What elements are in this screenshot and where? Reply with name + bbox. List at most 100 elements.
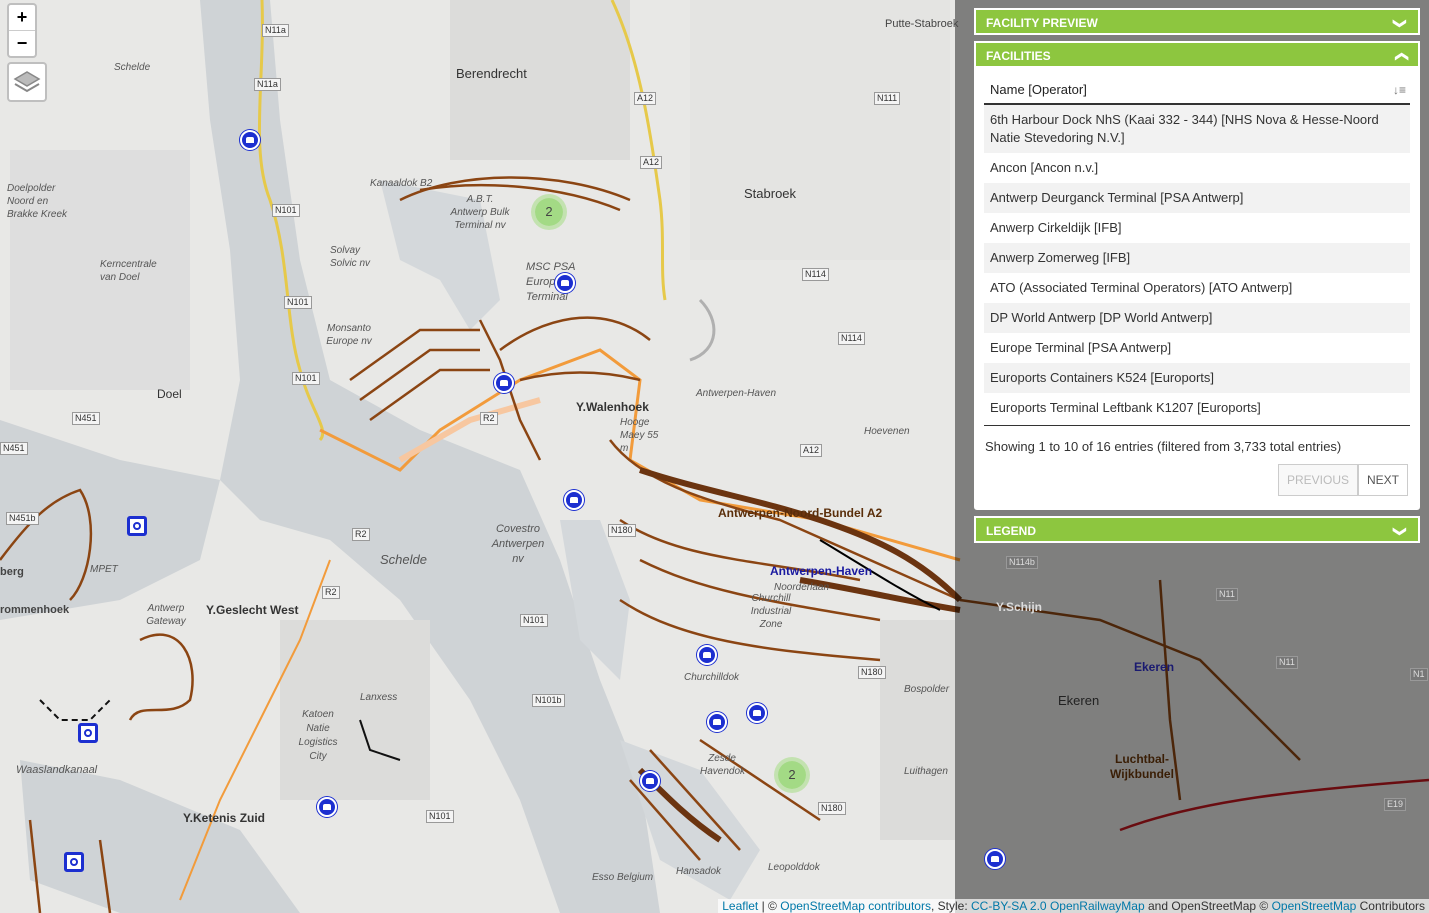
map-label: Luchtbal-Wijkbundel <box>1110 752 1174 781</box>
map-label: Antwerp Gateway <box>146 603 186 627</box>
facility-preview-header[interactable]: FACILITY PREVIEW ❯ <box>974 8 1420 35</box>
map-label: Hansadok <box>676 866 722 877</box>
facilities-header[interactable]: FACILITIES ❯ <box>974 41 1420 68</box>
road-shield: R2 <box>480 412 498 425</box>
map-label: Kanaaldok B2 <box>370 178 433 189</box>
map-label: Esso Belgium <box>592 872 654 883</box>
map-label: Covestro Antwerpen nv <box>491 523 545 565</box>
zoom-out-button[interactable]: − <box>9 30 35 56</box>
road-shield: N11a <box>262 24 289 37</box>
next-button[interactable]: NEXT <box>1357 464 1408 496</box>
facility-cluster[interactable]: 2 <box>778 761 806 789</box>
map-label: Ekeren <box>1058 693 1100 708</box>
table-row[interactable]: Anwerp Cirkeldijk [IFB] <box>984 213 1410 243</box>
table-row[interactable]: Antwerp Deurganck Terminal [PSA Antwerp] <box>984 183 1410 213</box>
road-shield: A12 <box>640 156 663 169</box>
road-shield: N101 <box>272 204 300 217</box>
map-label: Antwerpen-Noord-Bundel A2 <box>718 506 883 520</box>
cc-by-sa-link[interactable]: CC-BY-SA 2.0 <box>971 899 1047 913</box>
map-label: Schelde <box>114 62 151 73</box>
previous-button[interactable]: PREVIOUS <box>1277 464 1358 496</box>
facility-marker-o-icon[interactable] <box>127 516 147 536</box>
facility-preview-title: FACILITY PREVIEW <box>986 16 1098 30</box>
road-shield: N101 <box>284 296 312 309</box>
table-row[interactable]: Anwerp Zomerweg [IFB] <box>984 243 1410 273</box>
facility-marker-icon[interactable] <box>640 771 660 791</box>
attribution-sep: | © <box>758 899 781 913</box>
facility-marker-icon[interactable] <box>747 703 767 723</box>
map-label: Luithagen <box>904 766 948 777</box>
facilities-body: Name [Operator] ↓≡ 6th Harbour Dock NhS … <box>974 68 1420 510</box>
chevron-down-icon: ❯ <box>1393 526 1409 537</box>
facility-cluster[interactable]: 2 <box>535 198 563 226</box>
zoom-control: + − <box>7 3 37 58</box>
map-label: Solvay Solvic nv <box>330 245 371 269</box>
side-panel: FACILITY PREVIEW ❯ FACILITIES ❯ Name [Op… <box>974 8 1420 543</box>
table-header[interactable]: Name [Operator] ↓≡ <box>984 82 1410 105</box>
facility-marker-o-icon[interactable] <box>64 852 84 872</box>
table-row[interactable]: ATO (Associated Terminal Operators) [ATO… <box>984 273 1410 303</box>
map-attribution: Leaflet | © OpenStreetMap contributors, … <box>718 899 1429 913</box>
map-label: Leopolddok <box>768 862 820 873</box>
map-label: Hoevenen <box>864 426 910 437</box>
facility-marker-icon[interactable] <box>240 130 260 150</box>
facility-marker-icon[interactable] <box>317 797 337 817</box>
layers-button[interactable] <box>7 62 47 102</box>
legend-header[interactable]: LEGEND ❯ <box>974 516 1420 543</box>
map-label: Noorderlaan <box>774 582 830 593</box>
facility-marker-icon[interactable] <box>697 645 717 665</box>
road-shield: N11 <box>1276 656 1298 669</box>
map-label: Antwerpen-Haven <box>770 564 873 578</box>
map-label: A.B.T. Antwerp Bulk Terminal nv <box>450 194 510 231</box>
facility-marker-icon[interactable] <box>985 849 1005 869</box>
map-label: Hooge Maey 55 m <box>620 417 659 454</box>
table-row[interactable]: 6th Harbour Dock NhS (Kaai 332 - 344) [N… <box>984 105 1410 153</box>
table-row[interactable]: Euroports Terminal Leftbank K1207 [Europ… <box>984 393 1410 423</box>
column-header-name[interactable]: Name [Operator] <box>990 82 1087 97</box>
map-label: Bospolder <box>904 684 950 695</box>
facility-marker-icon[interactable] <box>555 273 575 293</box>
map-label: Putte-Stabroek <box>885 18 959 30</box>
facilities-title: FACILITIES <box>986 49 1051 63</box>
road-shield: N180 <box>608 524 636 537</box>
map-label: Katoen Natie Logistics City <box>298 709 338 762</box>
table-footer-line <box>984 425 1410 426</box>
osm-link[interactable]: OpenStreetMap <box>1272 899 1357 913</box>
map-label: Y.Walenhoek <box>576 400 649 414</box>
road-shield: R2 <box>352 528 370 541</box>
road-shield: N451 <box>72 412 100 425</box>
road-shield: N101 <box>520 614 548 627</box>
table-row[interactable]: Ancon [Ancon n.v.] <box>984 153 1410 183</box>
leaflet-link[interactable]: Leaflet <box>722 899 758 913</box>
chevron-down-icon: ❯ <box>1393 18 1409 29</box>
map-label: rommenhoek <box>0 604 70 616</box>
road-shield: N101 <box>292 372 320 385</box>
facility-marker-icon[interactable] <box>707 712 727 732</box>
facility-marker-o-icon[interactable] <box>78 723 98 743</box>
map-label: berg <box>0 566 24 578</box>
road-shield: N451 <box>0 442 28 455</box>
map-label: Churchilldok <box>684 672 740 683</box>
road-shield: N114b <box>1006 556 1038 569</box>
osm-contributors-link[interactable]: OpenStreetMap contributors <box>780 899 931 913</box>
pagination: PREVIOUS NEXT <box>984 464 1408 496</box>
sort-icon[interactable]: ↓≡ <box>1393 83 1406 97</box>
table-row[interactable]: Euroports Containers K524 [Euroports] <box>984 363 1410 393</box>
road-shield: N1 <box>1410 668 1428 681</box>
map-label: Ekeren <box>1134 660 1175 674</box>
attribution-copy: © <box>1256 899 1272 913</box>
map-label: Berendrecht <box>456 66 527 81</box>
map-label: Zesde Havendok <box>700 753 746 777</box>
facility-marker-icon[interactable] <box>494 373 514 393</box>
road-shield: N11 <box>1216 588 1238 601</box>
map-label: Monsanto Europe nv <box>326 323 372 347</box>
road-shield: N114 <box>838 332 865 345</box>
zoom-in-button[interactable]: + <box>9 5 35 30</box>
map-label: Doel <box>157 387 182 401</box>
map-label: Lanxess <box>360 692 398 703</box>
facility-marker-icon[interactable] <box>564 490 584 510</box>
road-shield: N180 <box>818 802 846 815</box>
table-row[interactable]: DP World Antwerp [DP World Antwerp] <box>984 303 1410 333</box>
table-row[interactable]: Europe Terminal [PSA Antwerp] <box>984 333 1410 363</box>
openrailwaymap-link[interactable]: OpenRailwayMap <box>1050 899 1145 913</box>
